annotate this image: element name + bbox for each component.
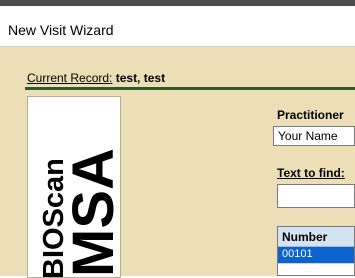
current-record-label: Current Record: (27, 71, 113, 85)
text-to-find-label-text: Text to find: (277, 166, 345, 180)
text-to-find-input[interactable] (277, 184, 355, 208)
records-list[interactable]: Number 00101 (277, 226, 355, 276)
text-to-find-label: Text to find: (277, 166, 345, 180)
new-visit-wizard-window: New Visit Wizard Current Record: test, t… (0, 0, 355, 278)
practitioner-field[interactable]: Your Name (273, 126, 355, 146)
window-title: New Visit Wizard (8, 22, 114, 38)
current-record-value: test, test (115, 71, 166, 85)
logo-text-msa: MSA (61, 148, 120, 277)
title-bar[interactable]: New Visit Wizard (0, 6, 355, 47)
bioscan-msa-logo: BIOScan MSA (27, 96, 121, 278)
section-divider (25, 87, 355, 90)
list-row[interactable]: 00101 (278, 247, 354, 263)
practitioner-label: Practitioner (277, 108, 344, 122)
current-record: Current Record: test, test (27, 71, 165, 85)
list-header-number[interactable]: Number (278, 227, 354, 247)
list-row-empty[interactable] (278, 263, 354, 275)
